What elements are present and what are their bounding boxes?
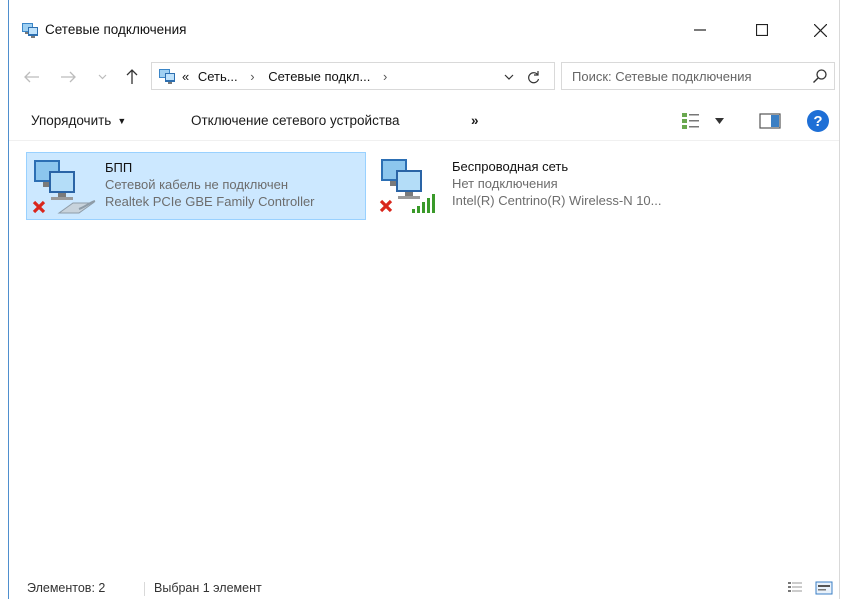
- address-dropdown-button[interactable]: [500, 68, 518, 86]
- breadcrumb-overflow[interactable]: «: [182, 69, 189, 84]
- maximize-button[interactable]: [739, 12, 785, 48]
- explorer-window: Сетевые подключения « Сеть... › Сетевые …: [0, 0, 842, 599]
- large-icons-view-icon[interactable]: [815, 581, 833, 595]
- ethernet-disconnected-icon: [32, 160, 96, 214]
- refresh-button[interactable]: [524, 68, 542, 86]
- search-box[interactable]: Поиск: Сетевые подключения: [561, 62, 835, 90]
- item-device: Realtek PCIe GBE Family Controller: [105, 194, 315, 209]
- organize-menu-button[interactable]: Упорядочить ▼: [31, 113, 126, 128]
- caret-down-icon: ▼: [117, 116, 127, 126]
- network-connections-icon: [159, 69, 175, 84]
- window-right-border: [839, 0, 840, 599]
- arrow-up-icon: [126, 69, 138, 84]
- item-name: БПП: [105, 160, 133, 175]
- connection-item-ethernet[interactable]: БПП Сетевой кабель не подключен Realtek …: [26, 152, 366, 220]
- chevron-down-icon: [504, 74, 514, 80]
- chevron-down-icon: [98, 74, 106, 80]
- view-details-icon: [682, 113, 699, 129]
- refresh-icon: [527, 71, 539, 84]
- arrow-right-icon: [61, 71, 76, 83]
- breadcrumb-separator[interactable]: ›: [383, 69, 387, 84]
- minimize-icon: [694, 29, 706, 31]
- status-divider: [144, 582, 145, 596]
- breadcrumb-network-connections[interactable]: Сетевые подкл...: [268, 69, 370, 84]
- breadcrumb-network[interactable]: Сеть...: [198, 69, 238, 84]
- search-icon[interactable]: [812, 68, 828, 84]
- change-view-button[interactable]: [681, 110, 727, 132]
- item-text: БПП Сетевой кабель не подключен Realtek …: [105, 159, 315, 210]
- command-bar: Упорядочить ▼ Отключение сетевого устройс…: [9, 104, 839, 141]
- navigation-bar: « Сеть... › Сетевые подкл... › Поиск: Се…: [9, 62, 839, 92]
- window-title: Сетевые подключения: [45, 22, 187, 37]
- back-button[interactable]: [21, 66, 43, 88]
- organize-label: Упорядочить: [31, 113, 112, 128]
- address-bar[interactable]: « Сеть... › Сетевые подкл... ›: [151, 62, 555, 90]
- recent-locations-button[interactable]: [95, 66, 109, 88]
- forward-button[interactable]: [57, 66, 79, 88]
- selection-count: Выбран 1 элемент: [154, 581, 262, 595]
- arrow-left-icon: [24, 71, 39, 83]
- item-text: Беспроводная сеть Нет подключения Intel(…: [452, 158, 662, 209]
- status-bar: Элементов: 2 Выбран 1 элемент: [9, 578, 839, 599]
- details-view-icon[interactable]: [787, 581, 803, 595]
- preview-pane-icon[interactable]: [759, 112, 781, 130]
- breadcrumb-separator[interactable]: ›: [250, 69, 254, 84]
- close-button[interactable]: [797, 12, 842, 48]
- disable-device-button[interactable]: Отключение сетевого устройства: [191, 113, 400, 128]
- maximize-icon: [756, 24, 768, 36]
- search-input[interactable]: Поиск: Сетевые подключения: [572, 69, 752, 84]
- title-bar: Сетевые подключения: [9, 0, 839, 62]
- wireless-disconnected-icon: [379, 159, 435, 213]
- network-connections-icon: [22, 23, 38, 38]
- help-icon: ?: [813, 112, 823, 130]
- connection-item-wireless[interactable]: Беспроводная сеть Нет подключения Intel(…: [374, 152, 714, 220]
- up-button[interactable]: [121, 66, 143, 88]
- caret-down-icon: [715, 118, 724, 124]
- help-button[interactable]: ?: [807, 110, 829, 132]
- close-icon: [813, 23, 827, 37]
- more-commands-button[interactable]: »: [471, 113, 478, 128]
- item-status: Нет подключения: [452, 176, 558, 191]
- item-name: Беспроводная сеть: [452, 159, 569, 174]
- item-count: Элементов: 2: [27, 581, 106, 595]
- breadcrumb: « Сеть... › Сетевые подкл... ›: [182, 69, 397, 84]
- item-device: Intel(R) Centrino(R) Wireless-N 10...: [452, 193, 662, 208]
- minimize-button[interactable]: [677, 12, 723, 48]
- item-status: Сетевой кабель не подключен: [105, 177, 289, 192]
